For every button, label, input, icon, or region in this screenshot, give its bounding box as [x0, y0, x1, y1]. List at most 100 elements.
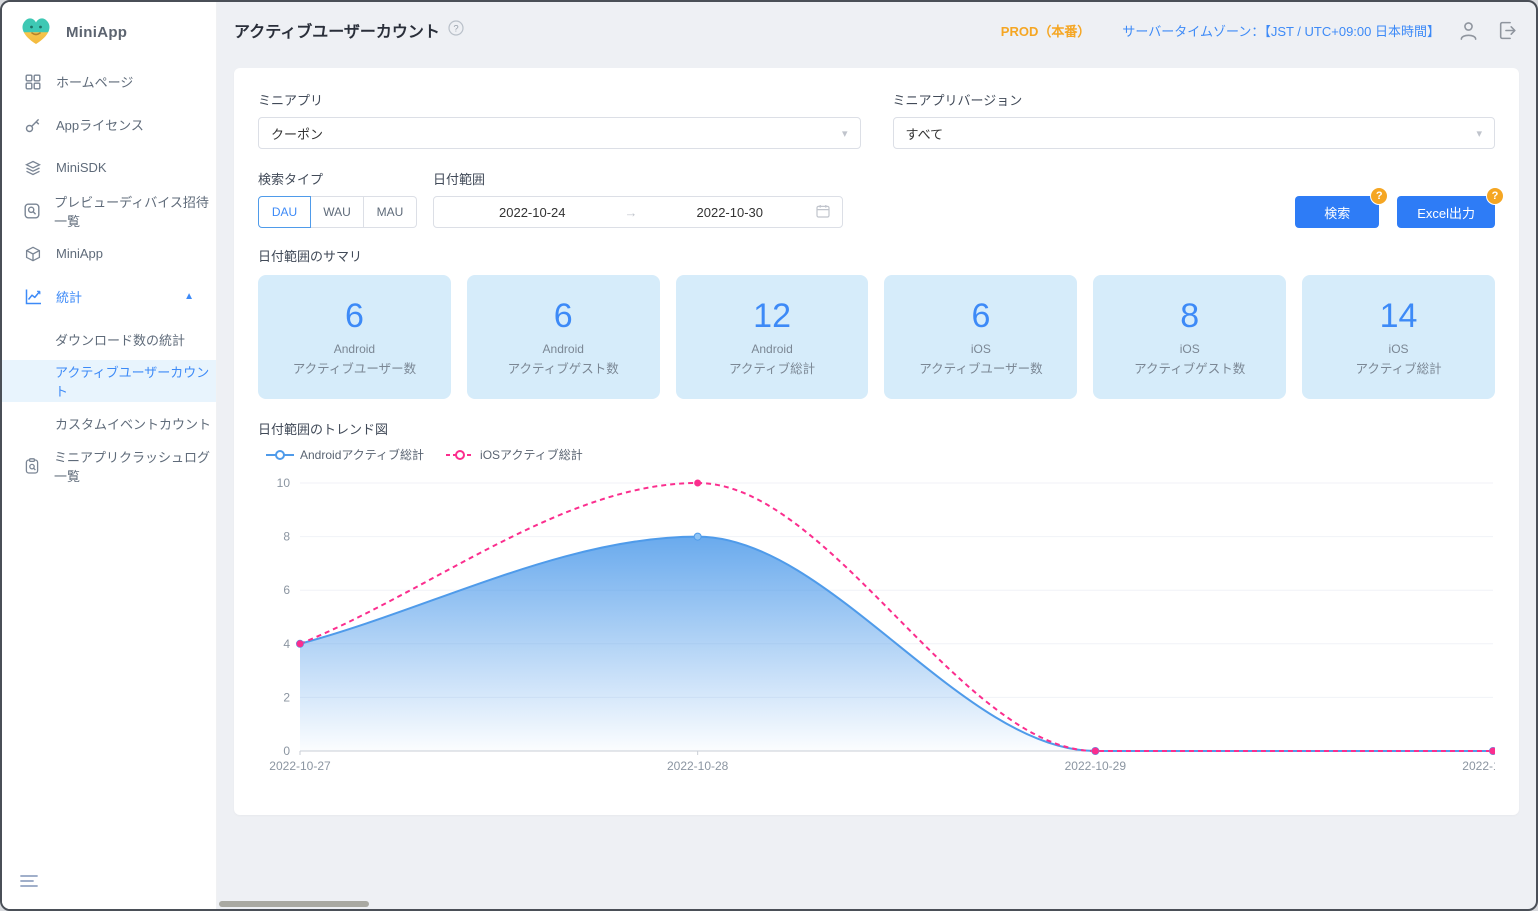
sidebar-subitem-custom-event-count[interactable]: カスタムイベントカウント	[2, 402, 216, 444]
svg-text:6: 6	[283, 583, 290, 597]
chevron-down-icon: ▾	[1476, 127, 1482, 140]
grid-icon	[24, 73, 42, 91]
search-type-mau-button[interactable]: MAU	[364, 196, 417, 228]
app-window: MiniApp ホームページ Appライセンス	[0, 0, 1538, 911]
arrow-right-icon: →	[619, 205, 644, 220]
chart-icon	[24, 288, 42, 306]
sidebar-item-preview-device-list[interactable]: プレビューディバイス招待一覧	[2, 189, 216, 232]
svg-text:10: 10	[277, 476, 291, 490]
summary-card-android-total: 12 Android アクティブ総計	[676, 275, 869, 399]
filter-row-controls: 検索タイプ DAU WAU MAU 日付範囲 2022-10-24 → 2022…	[258, 169, 1495, 228]
date-from-value: 2022-10-24	[446, 205, 619, 220]
miniapp-select-label: ミニアプリ	[258, 90, 861, 109]
summary-value: 12	[753, 297, 791, 336]
date-range-picker[interactable]: 2022-10-24 → 2022-10-30	[433, 196, 843, 228]
summary-section-label: 日付範囲のサマリ	[258, 246, 1495, 265]
version-select[interactable]: すべて ▾	[893, 117, 1496, 149]
environment-badge: PROD（本番）	[1001, 21, 1091, 40]
svg-text:8: 8	[283, 530, 290, 544]
search-button[interactable]: 検索 ?	[1295, 196, 1379, 228]
legend-item-android[interactable]: Androidアクティブ総計	[266, 446, 424, 463]
svg-text:2022-10-28: 2022-10-28	[667, 759, 729, 773]
svg-text:2022-10-30: 2022-10-30	[1462, 759, 1495, 773]
sidebar-item-statistics[interactable]: 統計 ▲	[2, 275, 216, 318]
date-range-label: 日付範囲	[433, 169, 843, 188]
sidebar-item-miniapp[interactable]: MiniApp	[2, 232, 216, 275]
layers-icon	[24, 159, 42, 177]
search-button-badge: ?	[1370, 187, 1388, 205]
trend-section-label: 日付範囲のトレンド図	[258, 419, 1495, 438]
main-area: アクティブユーザーカウント ? PROD（本番） サーバータイムゾーン：【JST…	[217, 2, 1536, 909]
sidebar-subitem-label: ダウンロード数の統計	[55, 330, 185, 349]
sidebar-item-label: MiniApp	[56, 246, 103, 261]
calendar-icon	[816, 204, 830, 221]
date-to-value: 2022-10-30	[644, 205, 817, 220]
svg-text:2022-10-29: 2022-10-29	[1065, 759, 1127, 773]
summary-value: 8	[1180, 297, 1199, 336]
sidebar-item-label: ホームページ	[56, 72, 133, 91]
search-type-wau-button[interactable]: WAU	[311, 196, 364, 228]
trend-chart: 02468102022-10-272022-10-282022-10-29202…	[258, 467, 1495, 792]
summary-metric: アクティブゲスト数	[508, 358, 619, 377]
sidebar-item-app-license[interactable]: Appライセンス	[2, 103, 216, 146]
summary-metric: アクティブ総計	[1355, 358, 1441, 377]
excel-export-button-badge: ?	[1486, 187, 1504, 205]
summary-cards-row: 6 Android アクティブユーザー数 6 Android アクティブゲスト数…	[258, 275, 1495, 399]
summary-platform: Android	[543, 342, 584, 356]
summary-metric: アクティブユーザー数	[293, 358, 416, 377]
summary-value: 14	[1380, 297, 1418, 336]
summary-platform: Android	[751, 342, 792, 356]
summary-card-ios-total: 14 iOS アクティブ総計	[1302, 275, 1495, 399]
excel-export-button[interactable]: Excel出力 ?	[1397, 196, 1495, 228]
summary-metric: アクティブユーザー数	[919, 358, 1042, 377]
excel-export-button-label: Excel出力	[1417, 206, 1475, 221]
summary-platform: iOS	[1389, 342, 1409, 356]
legend-android-marker	[266, 449, 294, 461]
sidebar: MiniApp ホームページ Appライセンス	[2, 2, 217, 909]
summary-card-ios-users: 6 iOS アクティブユーザー数	[884, 275, 1077, 399]
help-icon[interactable]: ?	[448, 20, 464, 41]
horizontal-scrollbar-thumb[interactable]	[219, 901, 369, 907]
chevron-up-icon: ▲	[184, 291, 194, 302]
summary-platform: Android	[334, 342, 375, 356]
summary-metric: アクティブ総計	[729, 358, 815, 377]
summary-card-android-guests: 6 Android アクティブゲスト数	[467, 275, 660, 399]
sidebar-item-label: プレビューディバイス招待一覧	[54, 192, 216, 230]
legend-ios-label: iOSアクティブ総計	[480, 446, 583, 463]
sidebar-item-minisdk[interactable]: MiniSDK	[2, 146, 216, 189]
summary-platform: iOS	[1180, 342, 1200, 356]
search-type-dau-button[interactable]: DAU	[258, 196, 311, 228]
cube-icon	[24, 245, 42, 263]
summary-value: 6	[971, 297, 990, 336]
user-icon[interactable]	[1458, 20, 1479, 41]
search-type-label: 検索タイプ	[258, 169, 417, 188]
app-logo-icon	[18, 13, 54, 52]
version-select-label: ミニアプリバージョン	[893, 90, 1496, 109]
legend-item-ios[interactable]: iOSアクティブ総計	[446, 446, 583, 463]
sidebar-collapse-button[interactable]	[20, 874, 38, 893]
sidebar-subitem-label: カスタムイベントカウント	[55, 414, 211, 433]
chart-legend: Androidアクティブ総計 iOSアクティブ総計	[266, 446, 1495, 463]
chevron-down-icon: ▾	[842, 127, 848, 140]
miniapp-select-value: クーポン	[271, 124, 323, 143]
version-select-value: すべて	[906, 124, 944, 143]
key-icon	[24, 116, 42, 134]
sidebar-item-label: Appライセンス	[56, 115, 144, 134]
app-logo-row: MiniApp	[2, 2, 216, 60]
search-button-label: 検索	[1324, 206, 1350, 221]
svg-text:0: 0	[283, 744, 290, 758]
preview-search-icon	[24, 202, 40, 220]
sidebar-item-label: MiniSDK	[56, 160, 107, 175]
svg-text:?: ?	[453, 23, 458, 34]
content-card: ミニアプリ クーポン ▾ ミニアプリバージョン すべて ▾	[234, 68, 1519, 815]
summary-value: 6	[345, 297, 364, 336]
svg-text:2022-10-27: 2022-10-27	[269, 759, 331, 773]
sidebar-subitem-download-stats[interactable]: ダウンロード数の統計	[2, 318, 216, 360]
legend-android-label: Androidアクティブ総計	[300, 446, 424, 463]
sidebar-item-crash-log-list[interactable]: ミニアプリクラッシュログ一覧	[2, 444, 216, 487]
miniapp-select[interactable]: クーポン ▾	[258, 117, 861, 149]
sidebar-subitem-active-user-count[interactable]: アクティブユーザーカウント	[2, 360, 216, 402]
sidebar-item-homepage[interactable]: ホームページ	[2, 60, 216, 103]
logout-icon[interactable]	[1497, 20, 1518, 41]
filter-row-selects: ミニアプリ クーポン ▾ ミニアプリバージョン すべて ▾	[258, 90, 1495, 149]
